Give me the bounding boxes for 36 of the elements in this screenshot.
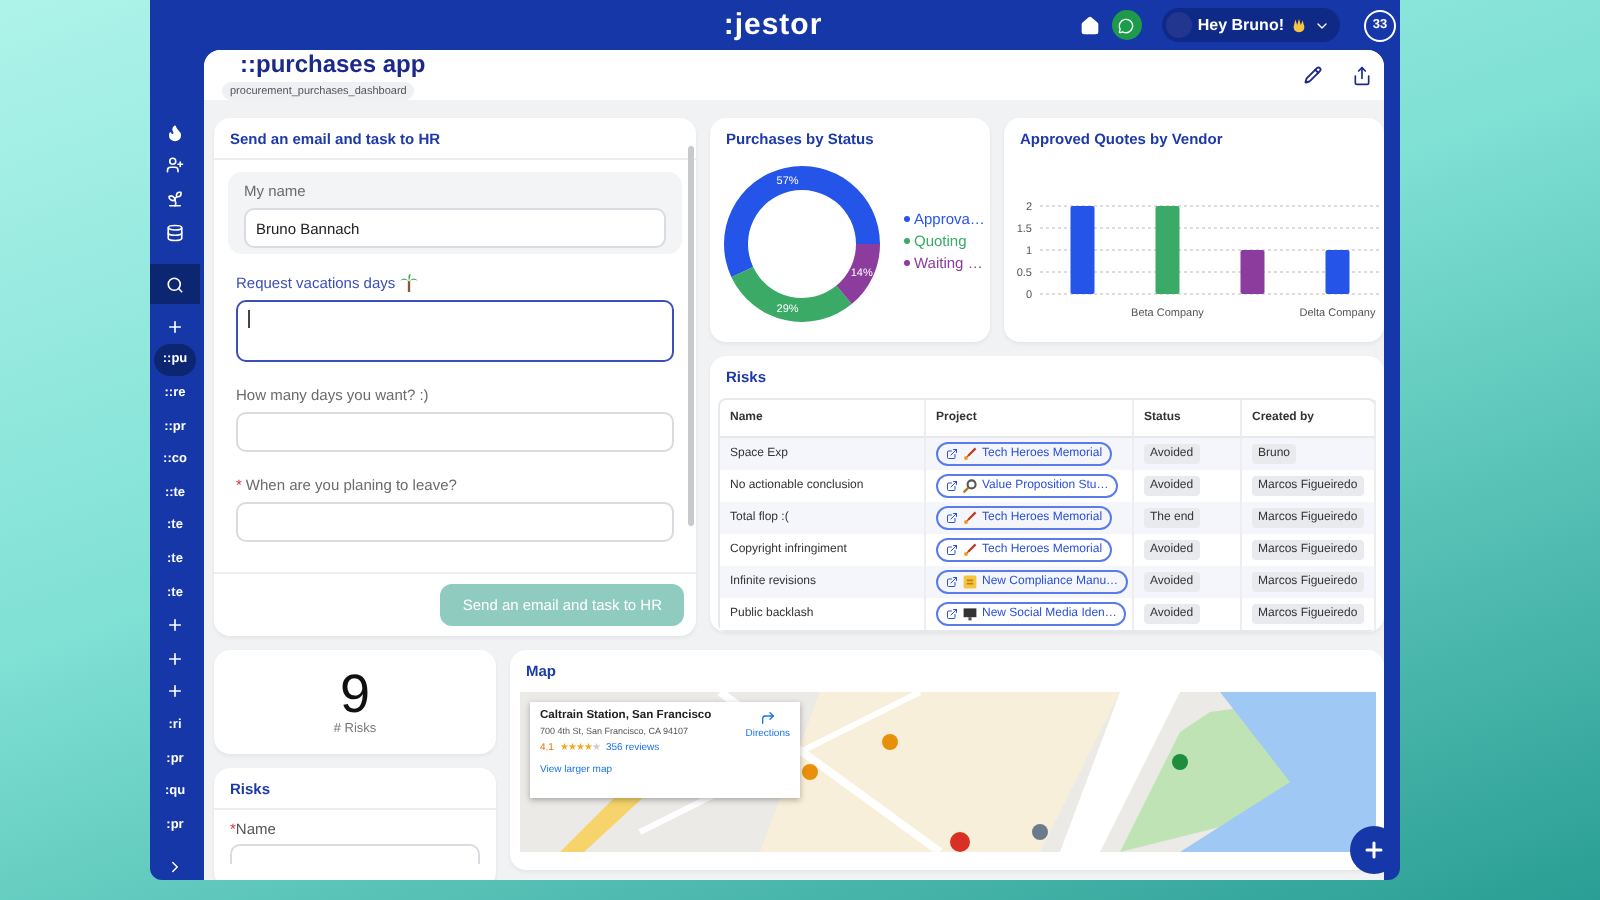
plus-icon[interactable] xyxy=(166,649,184,668)
bar xyxy=(1070,206,1095,294)
bar xyxy=(1240,250,1265,294)
count-value: 9 xyxy=(339,668,371,722)
external-link-icon xyxy=(946,608,958,620)
monitor-icon xyxy=(962,606,978,622)
plant-icon[interactable] xyxy=(166,189,184,208)
plus-icon xyxy=(1362,838,1386,862)
plus-icon[interactable] xyxy=(166,682,184,701)
bar xyxy=(1325,250,1350,294)
palm-tree-icon xyxy=(399,274,418,292)
add-user-icon[interactable] xyxy=(166,156,184,175)
notepad-icon xyxy=(962,574,978,590)
database-icon[interactable] xyxy=(166,223,184,242)
edit-icon[interactable] xyxy=(1304,66,1322,84)
home-icon[interactable] xyxy=(1079,15,1100,35)
user-menu[interactable]: Hey Bruno! xyxy=(1161,8,1340,42)
expand-icon[interactable] xyxy=(166,857,184,875)
bar xyxy=(1155,206,1180,294)
external-link-icon xyxy=(946,544,958,556)
external-link-icon xyxy=(946,480,958,492)
input-field[interactable] xyxy=(236,300,674,362)
external-link-icon xyxy=(946,448,958,460)
app-logo: :jestor xyxy=(723,8,823,42)
external-link-icon xyxy=(946,512,958,524)
chat-button[interactable] xyxy=(1111,10,1142,40)
plus-icon[interactable] xyxy=(166,317,184,336)
share-icon[interactable] xyxy=(1352,65,1372,85)
external-link-icon xyxy=(946,576,958,588)
page-title: ::purchases app xyxy=(238,50,428,78)
flame-icon[interactable] xyxy=(166,123,184,142)
directions-icon xyxy=(759,710,776,726)
magnifier-icon xyxy=(962,478,978,494)
plus-icon[interactable] xyxy=(166,616,184,635)
search-icon[interactable] xyxy=(166,275,184,294)
chat-icon xyxy=(1118,17,1135,33)
